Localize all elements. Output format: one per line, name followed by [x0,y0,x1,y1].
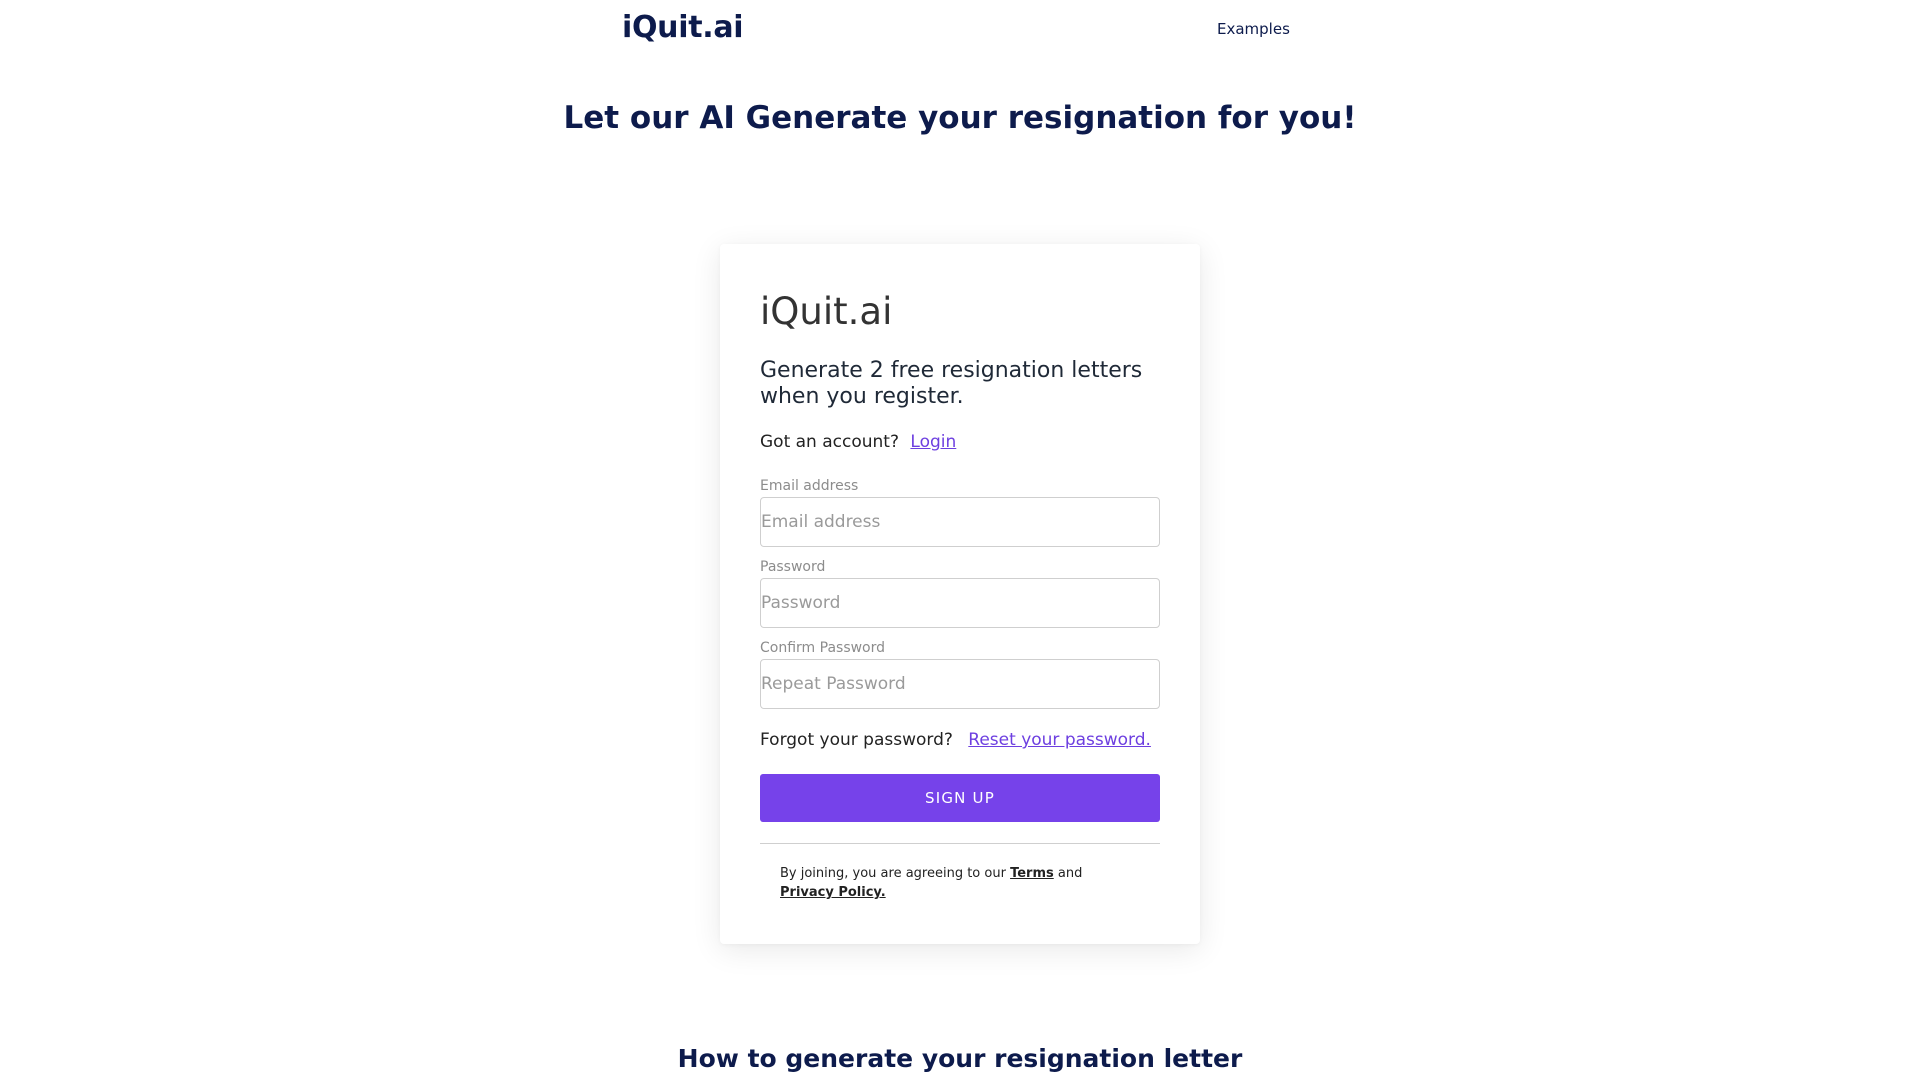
privacy-policy-link[interactable]: Privacy Policy. [780,885,886,900]
signup-card: iQuit.ai Generate 2 free resignation let… [720,244,1200,944]
card-brand-title: iQuit.ai [760,290,893,333]
legal-prefix: By joining, you are agreeing to our [780,866,1006,881]
reset-password-link[interactable]: Reset your password. [968,730,1151,750]
hero-title: Let our AI Generate your resignation for… [563,100,1357,136]
account-prompt-row: Got an account? Login [760,432,956,452]
confirm-password-label: Confirm Password [760,640,886,656]
how-to-heading: How to generate your resignation letter [677,1044,1243,1073]
page: iQuit.ai Examples Let our AI Generate yo… [0,0,1920,1080]
legal-and: and [1057,866,1083,881]
sign-up-button[interactable]: SIGN UP [760,774,1160,822]
account-prompt: Got an account? [760,432,899,452]
divider [760,843,1160,844]
legal-notice: By joining, you are agreeing to our Term… [780,864,1130,902]
terms-link[interactable]: Terms [1010,866,1054,881]
confirm-password-field[interactable] [760,659,1160,709]
card-tagline: Generate 2 free resignation letters when… [760,358,1143,409]
password-field[interactable] [760,578,1160,628]
forgot-password-prompt: Forgot your password? [760,730,953,750]
site-logo[interactable]: iQuit.ai [622,10,744,45]
forgot-password-row: Forgot your password? Reset your passwor… [760,730,1151,750]
email-label: Email address [760,478,859,494]
password-label: Password [760,559,826,575]
nav-link-examples[interactable]: Examples [1217,20,1290,38]
login-link[interactable]: Login [910,432,956,452]
email-field[interactable] [760,497,1160,547]
